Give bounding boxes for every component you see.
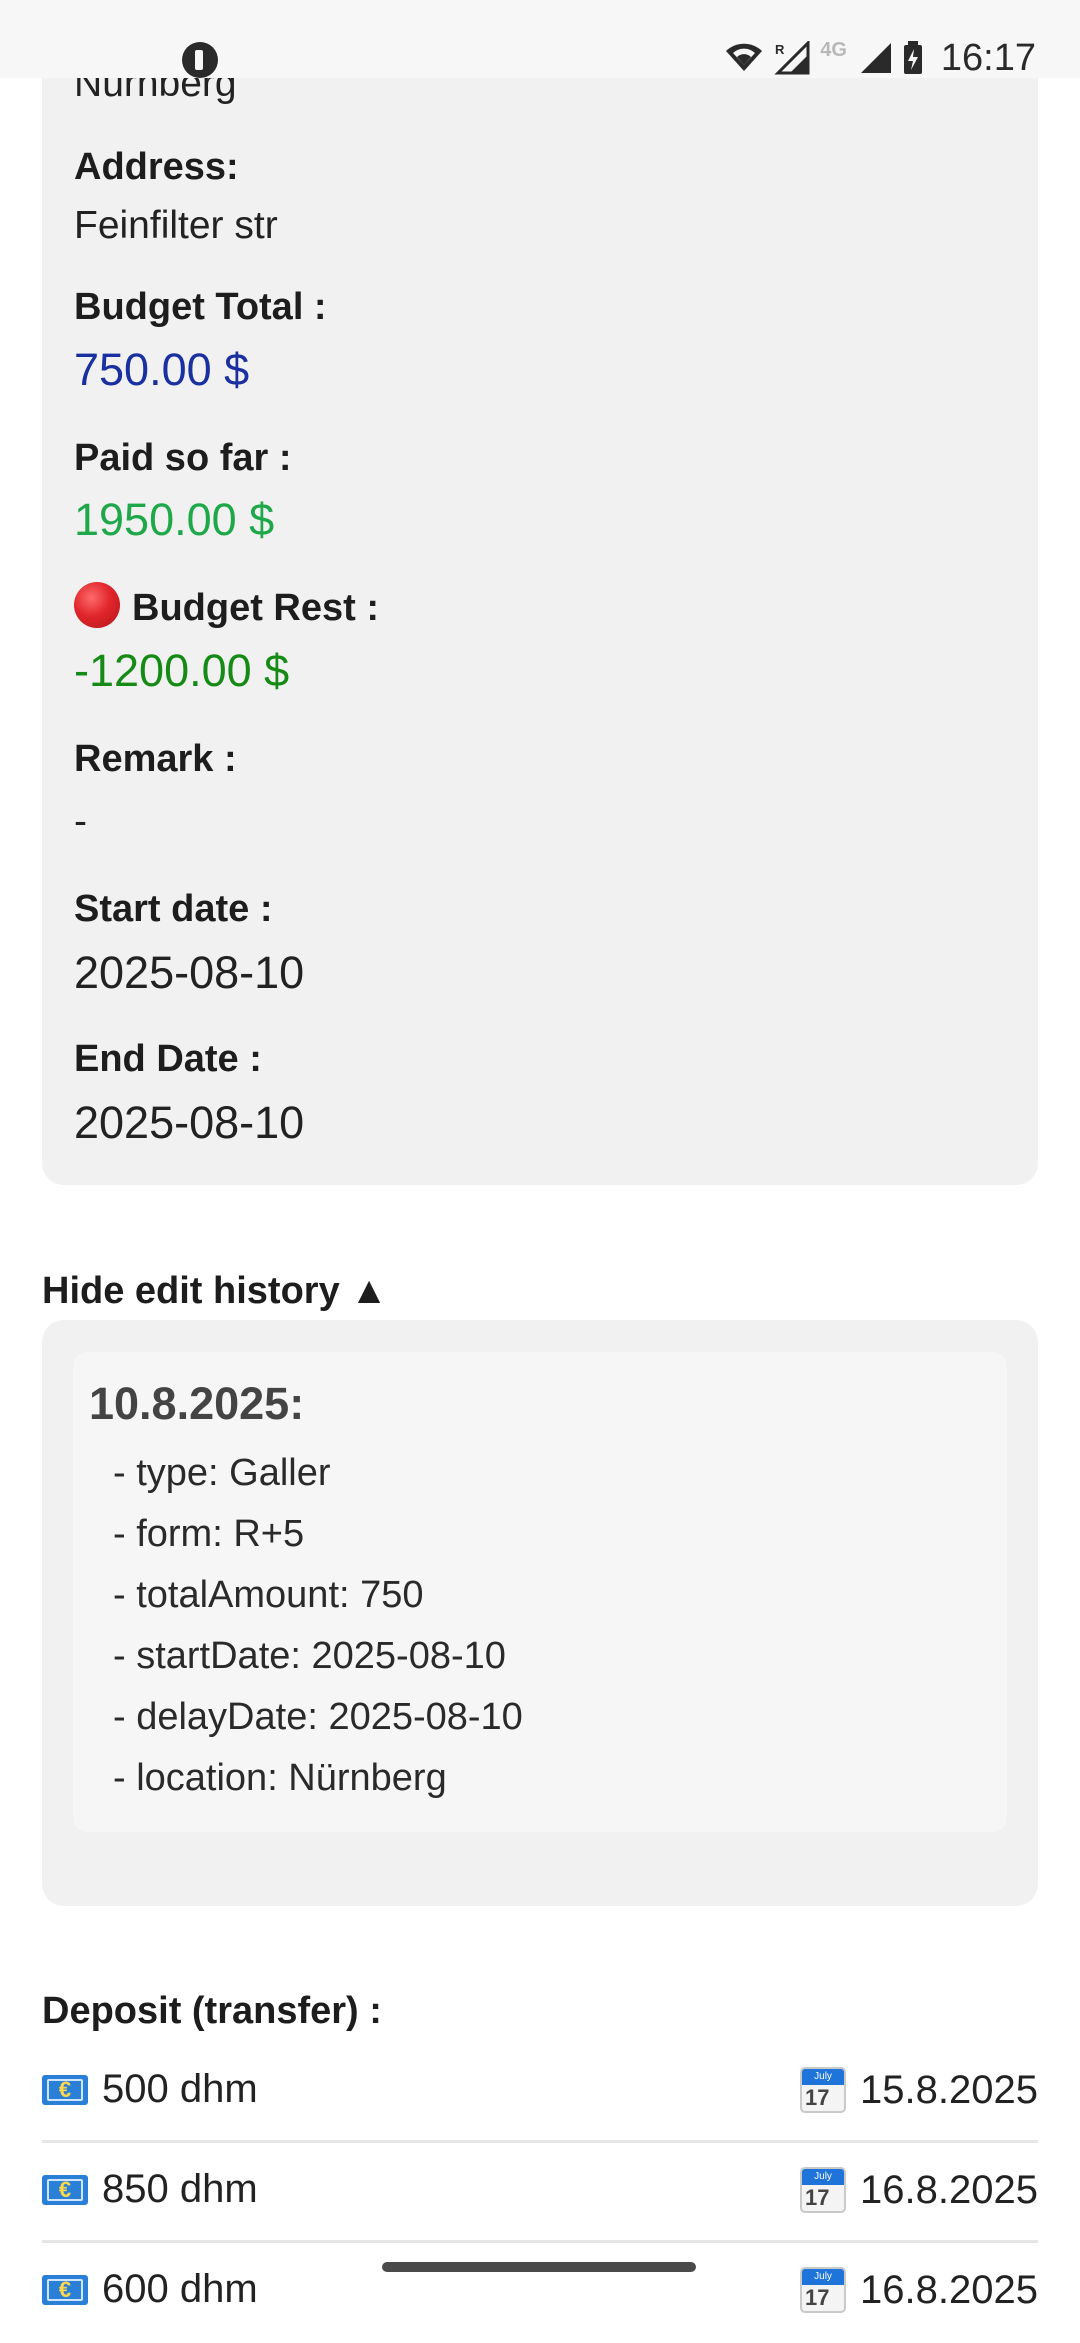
paid-so-far-label: Paid so far : xyxy=(74,437,292,479)
budget-rest-label: Budget Rest : xyxy=(132,587,379,629)
status-bar: R 4G 16:17 xyxy=(0,0,1080,80)
clock: 16:17 xyxy=(940,36,1036,79)
deposit-amount: 850 dhm xyxy=(102,2167,258,2211)
history-entry-date: 10.8.2025: xyxy=(89,1378,305,1429)
history-line: - delayDate: 2025-08-10 xyxy=(113,1696,523,1738)
budget-rest-value: -1200.00 $ xyxy=(74,645,290,696)
roaming-label: R xyxy=(775,42,785,57)
remark-value: - xyxy=(74,800,87,843)
battery-charging-icon xyxy=(903,41,922,74)
deposit-date: 16.8.2025 xyxy=(860,2267,1038,2312)
deposit-section-title: Deposit (transfer) : xyxy=(42,1990,382,2032)
remark-label: Remark : xyxy=(74,738,237,780)
address-value: Feinfilter str xyxy=(74,204,278,247)
gesture-navigation-handle[interactable] xyxy=(382,2262,696,2272)
deposit-amount: 600 dhm xyxy=(102,2267,258,2311)
calendar-icon: July 17 xyxy=(800,2167,847,2213)
status-icons: R 4G 16:17 xyxy=(724,36,1036,80)
address-label: Address: xyxy=(74,146,239,188)
network-type-label: 4G xyxy=(820,38,847,61)
euro-banknote-icon: € xyxy=(42,2274,88,2305)
history-line: - form: R+5 xyxy=(113,1513,305,1555)
history-line: - location: Nürnberg xyxy=(113,1757,447,1799)
history-line: - totalAmount: 750 xyxy=(113,1574,424,1616)
deposit-row[interactable]: €500 dhm July 17 15.8.2025 xyxy=(42,2043,1038,2143)
deposit-row[interactable]: €600 dhm July 17 16.8.2025 xyxy=(42,2243,1038,2343)
deposit-amount: 500 dhm xyxy=(102,2067,258,2111)
history-entry: 10.8.2025: - type: Galler - form: R+5 - … xyxy=(73,1352,1007,1832)
history-line: - startDate: 2025-08-10 xyxy=(113,1635,506,1677)
euro-banknote-icon: € xyxy=(42,2074,88,2105)
paid-so-far-value: 1950.00 $ xyxy=(74,494,275,545)
history-line: - type: Galler xyxy=(113,1452,331,1494)
budget-total-value: 750.00 $ xyxy=(74,344,250,395)
signal-icon xyxy=(860,43,891,73)
deposit-date: 15.8.2025 xyxy=(860,2067,1038,2112)
euro-banknote-icon: € xyxy=(42,2174,88,2205)
red-circle-icon xyxy=(74,582,120,628)
hide-edit-history-toggle[interactable]: Hide edit history ▲ xyxy=(42,1270,388,1313)
calendar-icon: July 17 xyxy=(800,2267,847,2313)
end-date-label: End Date : xyxy=(74,1038,262,1080)
end-date-value: 2025-08-10 xyxy=(74,1097,305,1148)
app-notification-icon xyxy=(182,42,218,78)
start-date-value: 2025-08-10 xyxy=(74,947,305,998)
budget-rest-row: Budget Rest : xyxy=(74,582,379,630)
deposit-date: 16.8.2025 xyxy=(860,2167,1038,2212)
signal-roaming-icon: R xyxy=(774,41,810,75)
edit-history-panel: 10.8.2025: - type: Galler - form: R+5 - … xyxy=(42,1320,1038,1906)
start-date-label: Start date : xyxy=(74,888,273,930)
wifi-icon xyxy=(726,43,763,71)
deposit-row[interactable]: €850 dhm July 17 16.8.2025 xyxy=(42,2143,1038,2243)
calendar-icon: July 17 xyxy=(800,2067,847,2113)
budget-total-label: Budget Total : xyxy=(74,286,327,328)
